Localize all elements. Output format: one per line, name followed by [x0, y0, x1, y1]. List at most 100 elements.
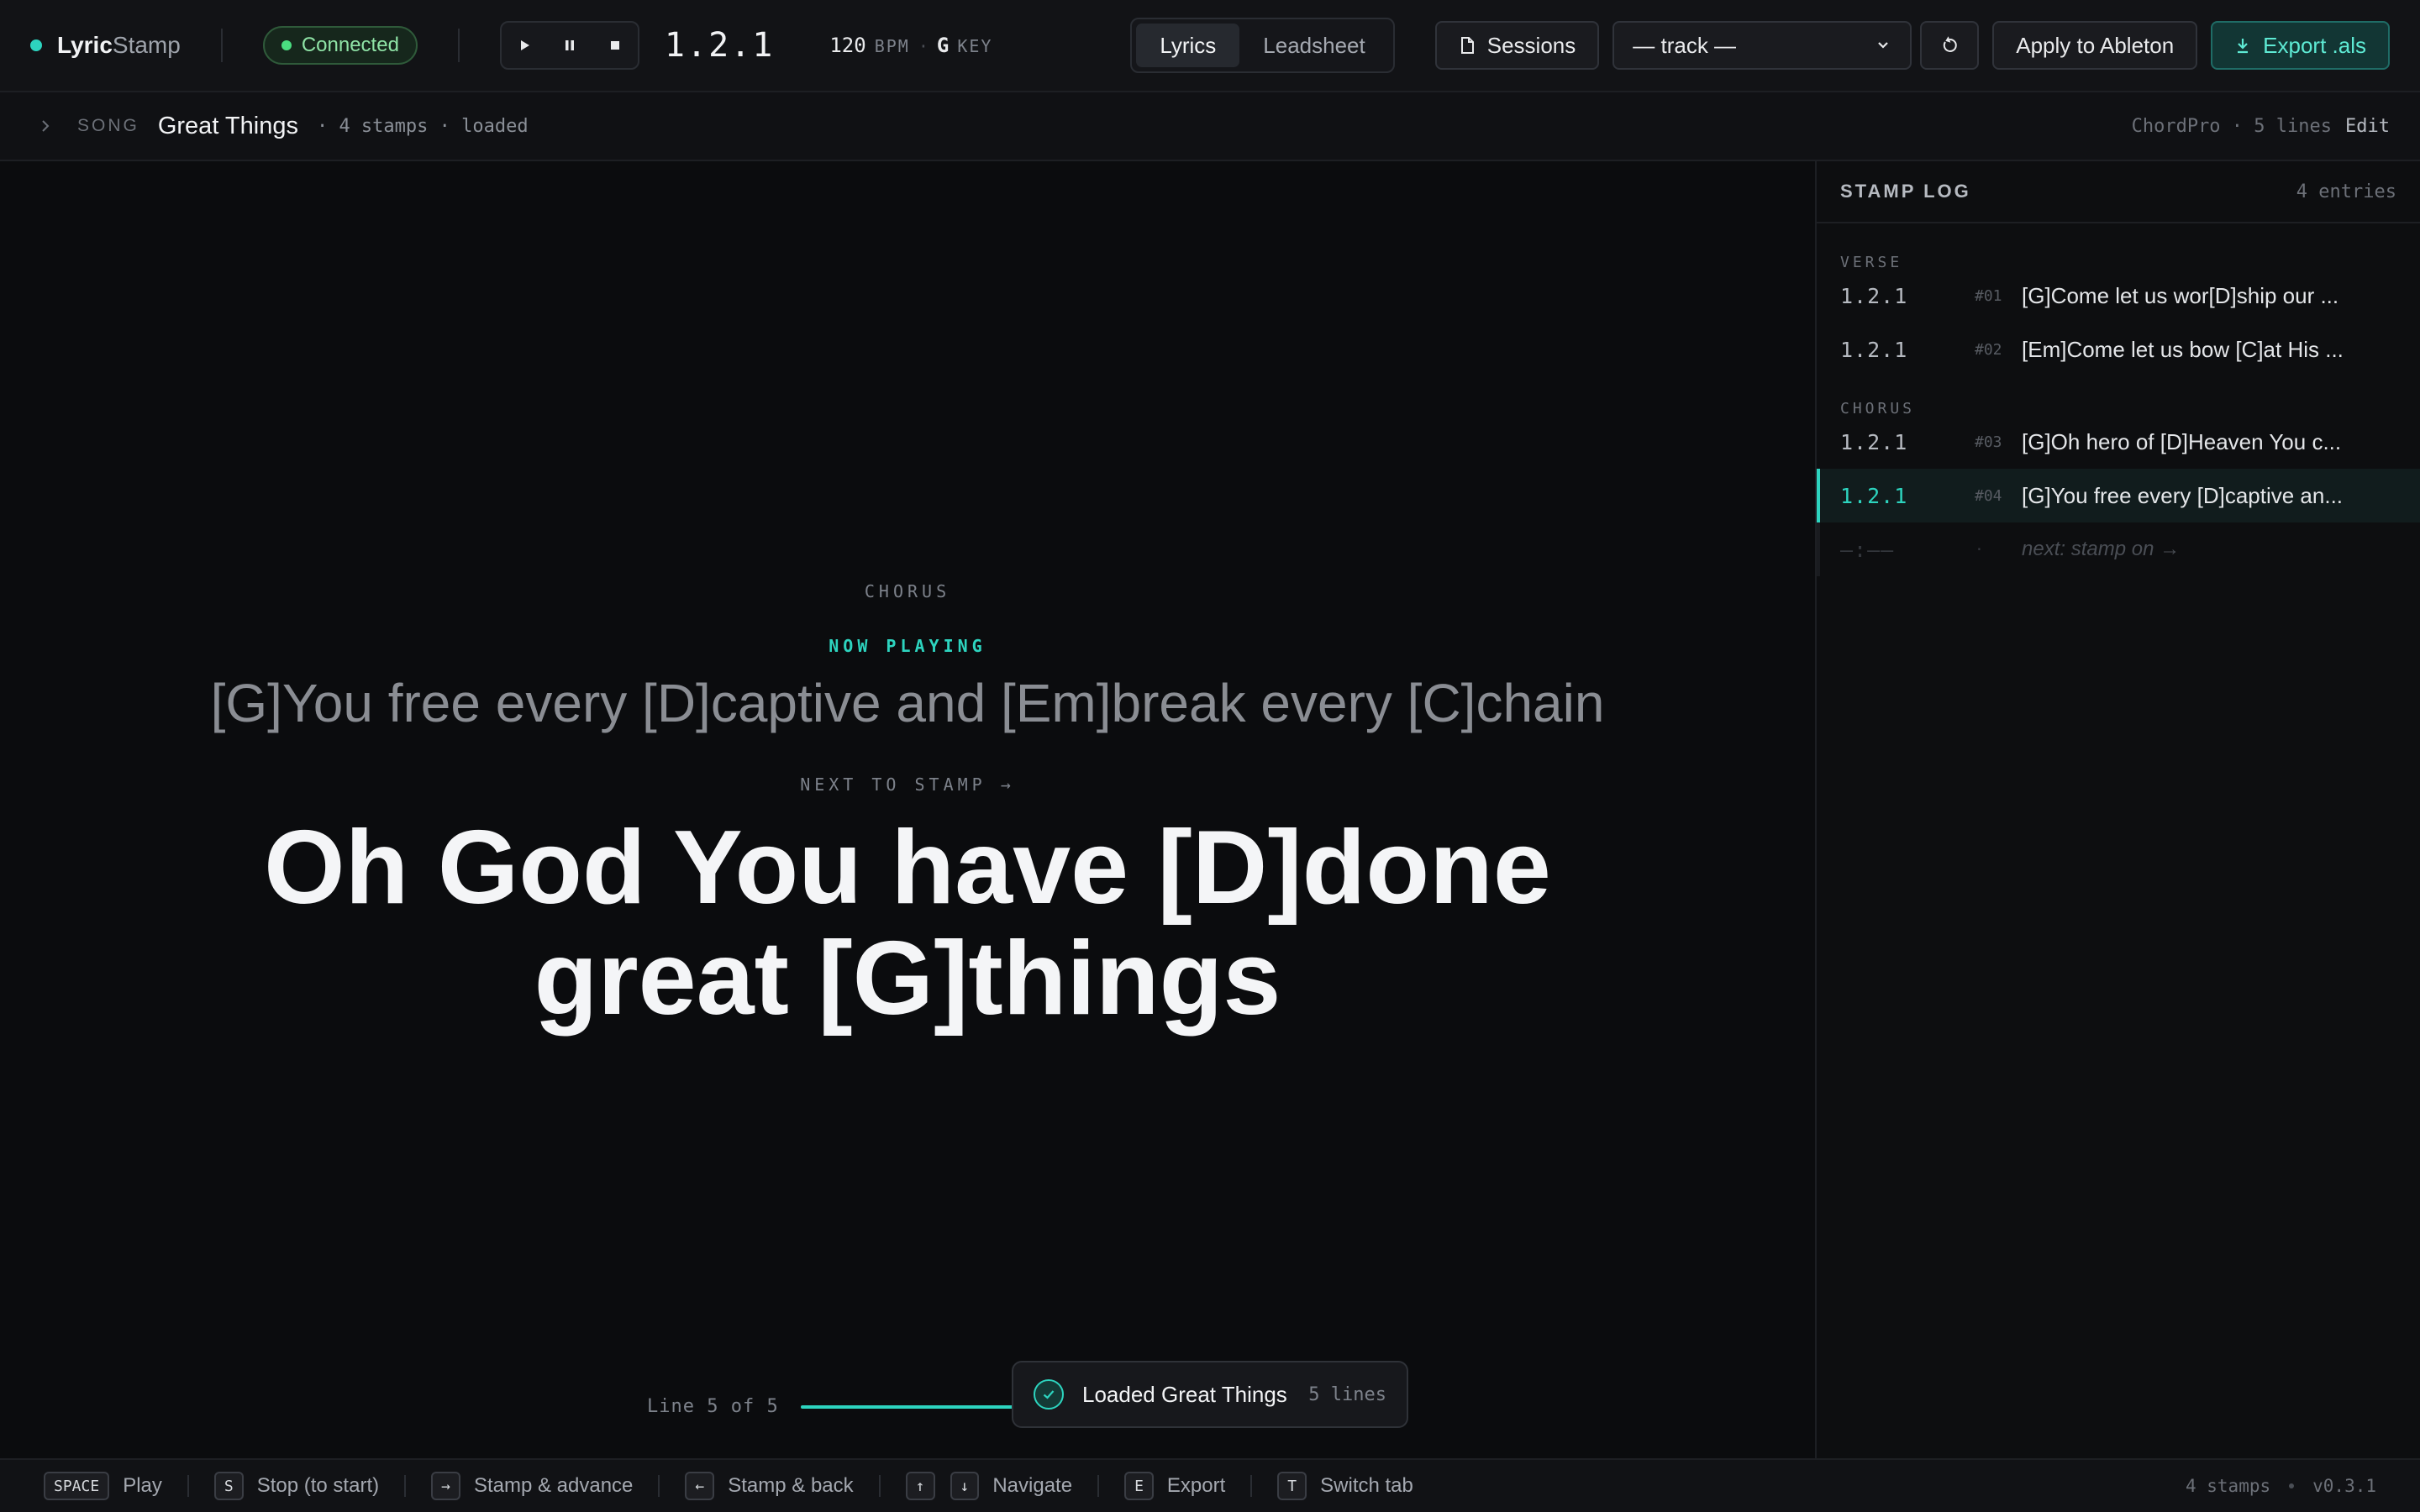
- reset-button[interactable]: [1920, 21, 1980, 70]
- key-cap: ↑: [905, 1472, 935, 1500]
- log-row-number: #02: [1975, 340, 2002, 359]
- key-cap: ↓: [950, 1472, 980, 1500]
- divider: [658, 1475, 660, 1497]
- stamp-log-count: 4 entries: [2296, 181, 2396, 202]
- shortcut-export: E Export: [1124, 1472, 1225, 1500]
- bpm-value: 120: [829, 34, 866, 57]
- log-row-position: 1.2.1: [1840, 483, 1908, 508]
- shortcut-label: Stop (to start): [256, 1474, 380, 1497]
- app-name-rest: Stamp: [112, 32, 181, 58]
- key-cap: →: [431, 1472, 460, 1500]
- log-group-label: CHORUS: [1840, 400, 1916, 417]
- connection-status-label: Connected: [301, 34, 399, 56]
- export-button[interactable]: Export .als: [2211, 21, 2390, 70]
- lyric-display: CHORUS NOW PLAYING [G]You free every [D]…: [0, 161, 1815, 1458]
- shortcut-label: Export: [1166, 1474, 1226, 1497]
- tempo-key-readout: 120 BPM · G KEY: [829, 34, 992, 57]
- app-logo: Lyric Stamp: [30, 20, 181, 71]
- song-format-info: ChordPro · 5 lines Edit: [2132, 116, 2390, 137]
- sessions-label: Sessions: [1486, 32, 1576, 58]
- chevron-down-icon: [1878, 42, 1889, 49]
- log-row[interactable]: 1.2.1 #02 [Em]Come let us bow [C]at His …: [1817, 323, 2420, 376]
- divider: [1097, 1475, 1100, 1497]
- footer-dot: [2289, 1483, 2295, 1488]
- readout-separator: ·: [918, 36, 929, 56]
- log-row-text: [Em]Come let us bow [C]at His ...: [2022, 336, 2344, 362]
- log-row-next-placeholder: —:—— · next: stamp on →: [1817, 522, 2420, 576]
- pause-icon: [565, 40, 574, 50]
- divider: [1250, 1475, 1253, 1497]
- status-dot-icon: [281, 40, 292, 50]
- log-row-number: #01: [1975, 286, 2002, 305]
- connection-status-badge: Connected: [262, 26, 418, 65]
- pause-button[interactable]: [547, 23, 592, 68]
- log-row-text: next: stamp on →: [2022, 538, 2181, 560]
- log-row-number: ·: [1975, 540, 1984, 559]
- now-playing-line: [G]You free every [D]captive and [Em]bre…: [210, 673, 1605, 733]
- download-icon: [2238, 39, 2249, 54]
- line-progress-label: Line 5 of 5: [647, 1396, 779, 1417]
- play-button[interactable]: [502, 23, 547, 68]
- divider: [187, 1475, 189, 1497]
- log-group-label: VERSE: [1840, 254, 1903, 271]
- song-title: Great Things: [157, 112, 298, 139]
- song-format: ChordPro · 5 lines: [2131, 115, 2333, 137]
- app-name-bold: Lyric: [57, 32, 113, 58]
- song-tag: SONG: [77, 116, 139, 135]
- log-row-active[interactable]: 1.2.1 #04 [G]You free every [D]captive a…: [1817, 469, 2420, 522]
- stop-button[interactable]: [592, 23, 638, 68]
- key-cap: SPACE: [44, 1472, 110, 1500]
- divider: [220, 29, 223, 62]
- log-row[interactable]: 1.2.1 #03 [G]Oh hero of [D]Heaven You c.…: [1817, 415, 2420, 469]
- tab-lyrics[interactable]: Lyrics: [1136, 24, 1240, 67]
- log-row-number: #03: [1975, 433, 2002, 451]
- track-select[interactable]: — track —: [1612, 21, 1912, 70]
- toast-notification: Loaded Great Things 5 lines: [1012, 1361, 1408, 1428]
- footer-status: 4 stamps v0.3.1: [2186, 1476, 2376, 1496]
- shortcut-label: Play: [123, 1474, 162, 1497]
- log-row-text: [G]You free every [D]captive an...: [2022, 482, 2344, 508]
- key-unit: KEY: [957, 36, 993, 56]
- log-row-position: —:——: [1840, 537, 1895, 562]
- edit-song-button[interactable]: Edit: [2345, 116, 2390, 137]
- sessions-button[interactable]: Sessions: [1434, 21, 1600, 70]
- footer-stamp-count: 4 stamps: [2185, 1476, 2271, 1496]
- app-version: v0.3.1: [2312, 1476, 2376, 1496]
- divider: [457, 29, 460, 62]
- log-row-position: 1.2.1: [1840, 429, 1908, 454]
- top-bar: Lyric Stamp Connected 1.2.1 120 BPM · G …: [0, 0, 2420, 92]
- divider: [404, 1475, 407, 1497]
- key-value: G: [936, 34, 950, 57]
- shortcut-label: Stamp & advance: [473, 1474, 634, 1497]
- stamp-log-panel: STAMP LOG 4 entries VERSE 1.2.1 #01 [G]C…: [1815, 161, 2420, 1458]
- check-icon: [1034, 1379, 1064, 1410]
- shortcut-stop: S Stop (to start): [213, 1472, 380, 1500]
- toast-count: 5 lines: [1308, 1383, 1386, 1405]
- chevron-right-icon[interactable]: [37, 118, 54, 134]
- log-row-position: 1.2.1: [1840, 283, 1908, 308]
- song-meta: · 4 stamps · loaded: [316, 115, 529, 137]
- export-label: Export .als: [2263, 32, 2366, 58]
- log-row[interactable]: 1.2.1 #01 [G]Come let us wor[D]ship our …: [1817, 269, 2420, 323]
- log-row-number: #04: [1975, 486, 2002, 505]
- bpm-unit: BPM: [874, 36, 910, 56]
- shortcut-navigate: ↑ ↓ Navigate: [905, 1472, 1073, 1500]
- toast-message: Loaded Great Things: [1082, 1381, 1287, 1407]
- refresh-icon: [1944, 36, 1957, 52]
- log-row-position: 1.2.1: [1840, 337, 1908, 362]
- now-playing-label: NOW PLAYING: [829, 636, 986, 656]
- key-cap: ←: [685, 1472, 715, 1500]
- log-row-text: [G]Oh hero of [D]Heaven You c...: [2022, 428, 2342, 454]
- document-icon: [1460, 37, 1474, 54]
- next-to-stamp-line: Oh God You have [D]done great [G]things: [264, 810, 1551, 1037]
- shortcut-label: Navigate: [992, 1474, 1073, 1497]
- play-icon: [520, 40, 529, 50]
- song-bar: SONG Great Things · 4 stamps · loaded Ch…: [0, 92, 2420, 161]
- shortcut-label: Stamp & back: [728, 1474, 854, 1497]
- view-tabs: Lyrics Leadsheet: [1130, 18, 1395, 73]
- apply-to-ableton-button[interactable]: Apply to Ableton: [1992, 21, 2198, 70]
- shortcut-bar: SPACE Play S Stop (to start) → Stamp & a…: [0, 1458, 2420, 1512]
- tab-leadsheet[interactable]: Leadsheet: [1239, 24, 1388, 67]
- section-label: CHORUS: [864, 581, 951, 601]
- shortcut-stamp-back: ← Stamp & back: [685, 1472, 854, 1500]
